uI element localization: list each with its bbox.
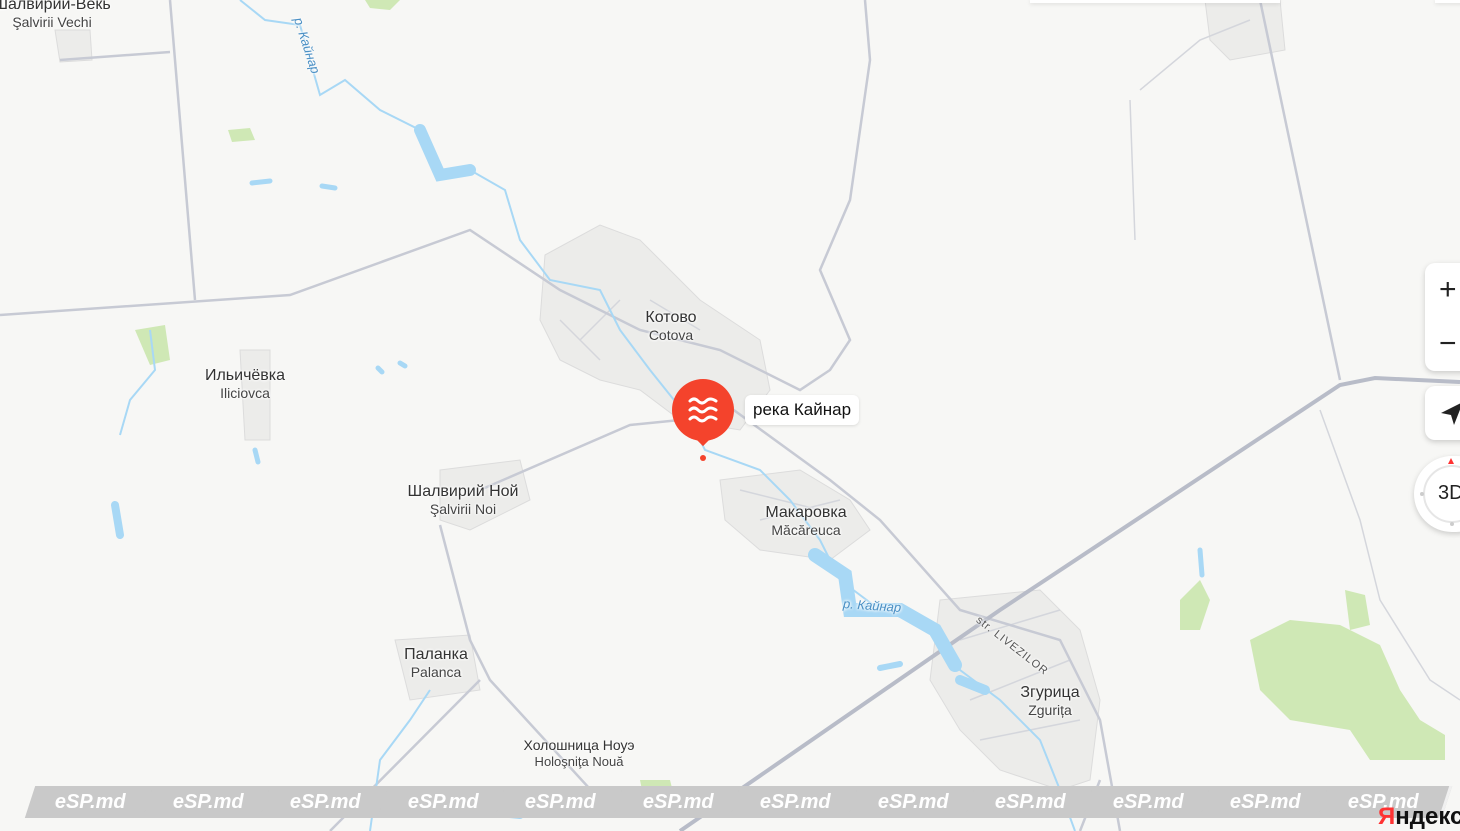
place-label-palanka[interactable]: Паланка Palanca	[404, 646, 468, 680]
watermark-tile: eSP.md	[729, 786, 864, 818]
place-name-ro: Şalvirii Vechi	[12, 14, 92, 30]
watermark-text: eSP.md	[877, 790, 949, 813]
place-name-ru: Згурица	[1020, 684, 1080, 701]
watermark-tile: eSP.md	[24, 786, 159, 818]
top-panel-edge	[1435, 0, 1460, 3]
place-name-ru: Паланка	[404, 646, 468, 663]
place-label-holoshnitsa-noua[interactable]: Холошница Ноуэ Holoşniţa Nouă	[524, 736, 635, 770]
watermark-text: eSP.md	[1229, 790, 1301, 813]
place-name-ru: Холошница Ноуэ	[523, 737, 635, 753]
watermark-text: eSP.md	[642, 790, 714, 813]
zoom-in-button[interactable]: +	[1425, 263, 1460, 317]
watermark-tile: eSP.md	[1082, 786, 1217, 818]
zoom-out-button[interactable]: −	[1425, 317, 1460, 371]
place-name-ro: Palanca	[410, 664, 462, 680]
place-name-ro: Cotova	[648, 327, 694, 343]
compass-label: 3D	[1438, 482, 1460, 504]
watermark-tile: eSP.md	[964, 786, 1099, 818]
geolocation-button[interactable]	[1425, 386, 1460, 440]
place-name-ro: Zgurița	[1028, 702, 1072, 718]
place-name-ro: Iliciovca	[220, 385, 270, 401]
watermark-text: eSP.md	[407, 790, 479, 813]
watermark-text: eSP.md	[54, 790, 126, 813]
watermark-text: eSP.md	[172, 790, 244, 813]
zoom-control: + −	[1425, 263, 1460, 371]
place-name-ru: Макаровка	[765, 504, 847, 521]
poi-label[interactable]: река Кайнар	[745, 395, 860, 425]
logo-text: ндекс	[1395, 803, 1460, 830]
watermark-tile: eSP.md	[1199, 786, 1334, 818]
place-label-shalvirii-vechi[interactable]: Шалвирий-Векь Şalvirii Vechi	[0, 0, 111, 30]
watermark-tile: eSP.md	[612, 786, 747, 818]
place-label-makarovka[interactable]: Макаровка Măcăreuca	[765, 504, 846, 538]
watermark-text: eSP.md	[759, 790, 831, 813]
logo-accent: Я	[1378, 803, 1396, 830]
place-name-ro: Măcăreuca	[771, 522, 841, 538]
watermark-text: eSP.md	[1112, 790, 1184, 813]
watermark-tile: eSP.md	[494, 786, 629, 818]
place-label-shalvirii-noi[interactable]: Шалвирий Ной Şalvirii Noi	[408, 483, 519, 517]
watermark-tile: eSP.md	[377, 786, 512, 818]
navigation-arrow-icon	[1441, 403, 1460, 425]
watermark-tile: eSP.md	[847, 786, 982, 818]
watermark-strip: eSP.md eSP.md eSP.md eSP.md eSP.md eSP.m…	[24, 786, 1452, 818]
watermark-text: eSP.md	[524, 790, 596, 813]
place-name-ru: Шалвирий Ной	[407, 483, 519, 500]
watermark-text: eSP.md	[994, 790, 1066, 813]
place-name-ru: Ильичёвка	[204, 367, 286, 384]
place-label-zgurica[interactable]: Згурица Zgurița	[1020, 684, 1079, 718]
watermark-tile: eSP.md	[259, 786, 394, 818]
place-name-ro: Şalvirii Noi	[429, 501, 497, 517]
compass-3d-button[interactable]: 3D	[1414, 456, 1460, 532]
place-name-ru: Шалвирий-Векь	[0, 0, 111, 13]
place-name-ru: Котово	[645, 309, 697, 326]
place-label-kotovo[interactable]: Котово Cotova	[645, 309, 696, 343]
place-name-ro: Holoşniţa Nouă	[534, 754, 624, 769]
top-panel-edge	[1030, 0, 1280, 3]
yandex-logo[interactable]: Яндекс	[1378, 803, 1460, 831]
place-label-ilichyovka[interactable]: Ильичёвка Iliciovca	[205, 367, 285, 401]
pin-point	[700, 455, 706, 461]
watermark-text: eSP.md	[289, 790, 361, 813]
watermark-tile: eSP.md	[142, 786, 277, 818]
